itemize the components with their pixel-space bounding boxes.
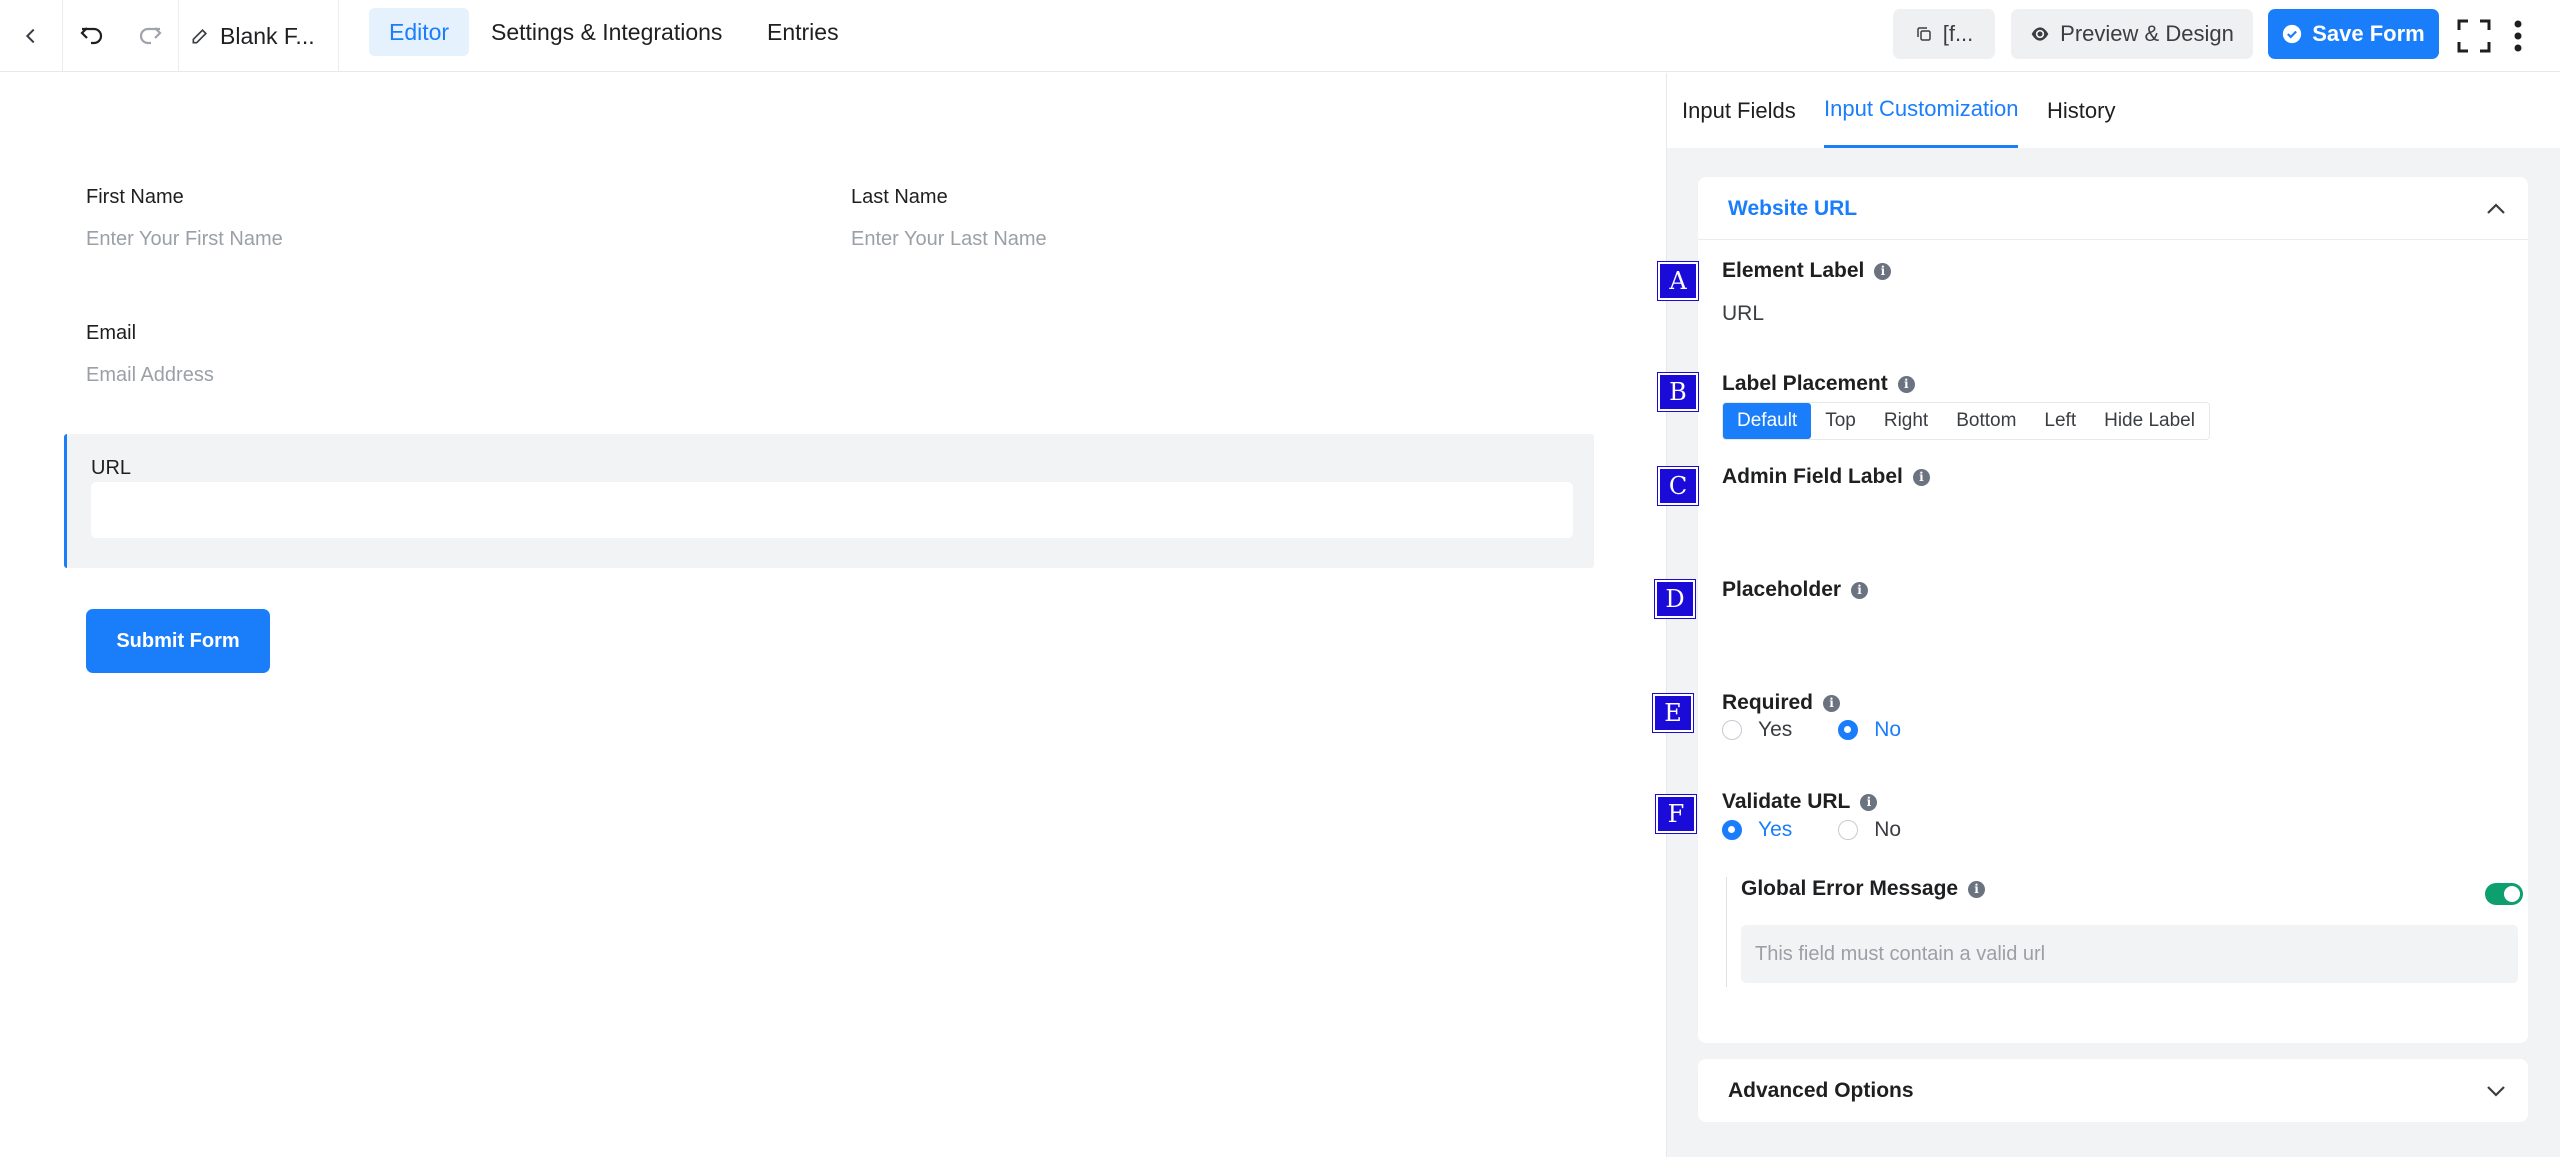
annotation-badge-a: A [1658,262,1698,300]
global-error-box: Global Error Message i This field must c… [1726,877,2523,987]
global-error-input[interactable]: This field must contain a valid url [1741,925,2518,983]
advanced-options-card[interactable]: Advanced Options [1698,1059,2528,1122]
form-title[interactable]: Blank F... [190,0,315,72]
email-label: Email [86,322,137,344]
radio-button[interactable] [1838,720,1859,740]
label-placement-heading: Label Placement i [1722,372,1915,396]
nav-settings-integrations[interactable]: Settings & Integrations [471,8,742,56]
settings-panel: Input Fields Input Customization History… [1666,73,2560,1157]
required-text: Required [1722,691,1814,714]
required-radio-group: Yes No [1722,718,1947,742]
radio-button[interactable] [1838,820,1859,840]
annotation-badge-d: D [1655,580,1695,618]
first-name-input[interactable]: Enter Your First Name [86,228,283,251]
info-icon[interactable]: i [1851,581,1869,599]
info-icon[interactable]: i [1968,880,1986,898]
placeholder-text: Placeholder [1722,578,1842,601]
global-error-text: Global Error Message [1741,877,1959,900]
first-name-label: First Name [86,186,184,208]
admin-field-label-heading: Admin Field Label i [1722,465,1930,489]
tab-input-fields[interactable]: Input Fields [1682,73,1796,148]
save-form-button[interactable]: Save Form [2268,9,2439,59]
nav-editor[interactable]: Editor [369,8,470,56]
admin-field-label-input[interactable] [1722,502,2502,542]
validate-url-yes-label: Yes [1758,818,1793,841]
validate-url-text: Validate URL [1722,790,1851,813]
label-placement-text: Label Placement [1722,372,1888,395]
required-yes-label: Yes [1758,718,1793,741]
advanced-options-title: Advanced Options [1728,1078,1914,1102]
element-label-heading: Element Label i [1722,259,1892,283]
element-label-input[interactable]: URL [1722,302,1764,326]
email-input[interactable]: Email Address [86,364,214,387]
copy-icon [1916,27,1931,41]
global-error-heading: Global Error Message i [1741,877,1986,901]
shortcode-button[interactable]: [f... [1893,9,1995,59]
required-no[interactable]: No [1838,718,1901,742]
eye-icon [2031,27,2049,41]
radio-button[interactable] [1722,820,1742,840]
placeholder-heading: Placeholder i [1722,578,1869,602]
info-icon[interactable]: i [1897,375,1915,393]
placement-default[interactable]: Default [1723,403,1812,439]
annotation-badge-f: F [1656,795,1696,833]
info-icon[interactable]: i [1874,262,1892,280]
last-name-label: Last Name [851,186,948,208]
website-url-header[interactable]: Website URL [1698,177,2528,240]
pencil-icon [192,28,208,44]
url-input[interactable] [91,482,1573,538]
annotation-badge-b: B [1658,373,1698,411]
validate-url-radio-group: Yes No [1722,818,1947,842]
placement-hide-label[interactable]: Hide Label [2090,403,2209,439]
submit-form-button[interactable]: Submit Form [86,609,270,673]
top-bar: Blank F... Editor Settings & Integration… [0,0,2560,72]
check-circle-icon [2283,24,2302,44]
url-field-block[interactable]: URL [64,434,1594,568]
preview-design-button[interactable]: Preview & Design [2011,9,2253,59]
required-yes[interactable]: Yes [1722,718,1792,742]
chevron-down-icon[interactable] [2486,1059,2506,1122]
placement-bottom[interactable]: Bottom [1942,403,2030,439]
placement-top[interactable]: Top [1811,403,1870,439]
element-label-text: Element Label [1722,259,1865,282]
global-error-toggle[interactable] [2485,883,2523,905]
label-placement-segmented: Default Top Right Bottom Left Hide Label [1722,402,2210,440]
back-icon[interactable] [0,0,62,72]
info-icon[interactable]: i [1860,793,1878,811]
last-name-input[interactable]: Enter Your Last Name [851,228,1047,251]
admin-field-label-text: Admin Field Label [1722,465,1903,488]
save-label: Save Form [2312,21,2425,46]
panel-tabs: Input Fields Input Customization History [1667,73,2560,148]
info-icon[interactable]: i [1823,694,1841,712]
required-heading: Required i [1722,691,1841,715]
tab-input-customization[interactable]: Input Customization [1824,73,2019,148]
form-title-text: Blank F... [220,22,315,49]
website-url-card: Website URL Element Label i URL Label Pl… [1698,177,2528,1043]
chevron-up-icon[interactable] [2486,177,2506,240]
redo-icon[interactable] [121,0,179,72]
tab-history[interactable]: History [2047,73,2115,148]
more-options-icon[interactable] [2503,0,2533,72]
form-editor-canvas: First Name Enter Your First Name Last Na… [0,73,1666,1157]
fullscreen-icon[interactable] [2453,0,2495,72]
placement-right[interactable]: Right [1870,403,1942,439]
preview-label: Preview & Design [2060,21,2234,46]
validate-url-yes[interactable]: Yes [1722,818,1792,842]
validate-url-heading: Validate URL i [1722,790,1878,814]
radio-button[interactable] [1722,720,1742,740]
annotation-badge-e: E [1653,694,1693,732]
validate-url-no-label: No [1874,818,1902,841]
required-no-label: No [1874,718,1902,741]
placement-left[interactable]: Left [2030,403,2090,439]
shortcode-label: [f... [1942,21,1974,46]
placeholder-input[interactable] [1722,615,2502,655]
nav-entries[interactable]: Entries [747,8,859,56]
info-icon[interactable]: i [1912,468,1930,486]
section-title: Website URL [1728,196,1858,220]
annotation-badge-c: C [1658,467,1698,505]
validate-url-no[interactable]: No [1838,818,1901,842]
undo-icon[interactable] [63,0,121,72]
url-label: URL [91,457,132,479]
